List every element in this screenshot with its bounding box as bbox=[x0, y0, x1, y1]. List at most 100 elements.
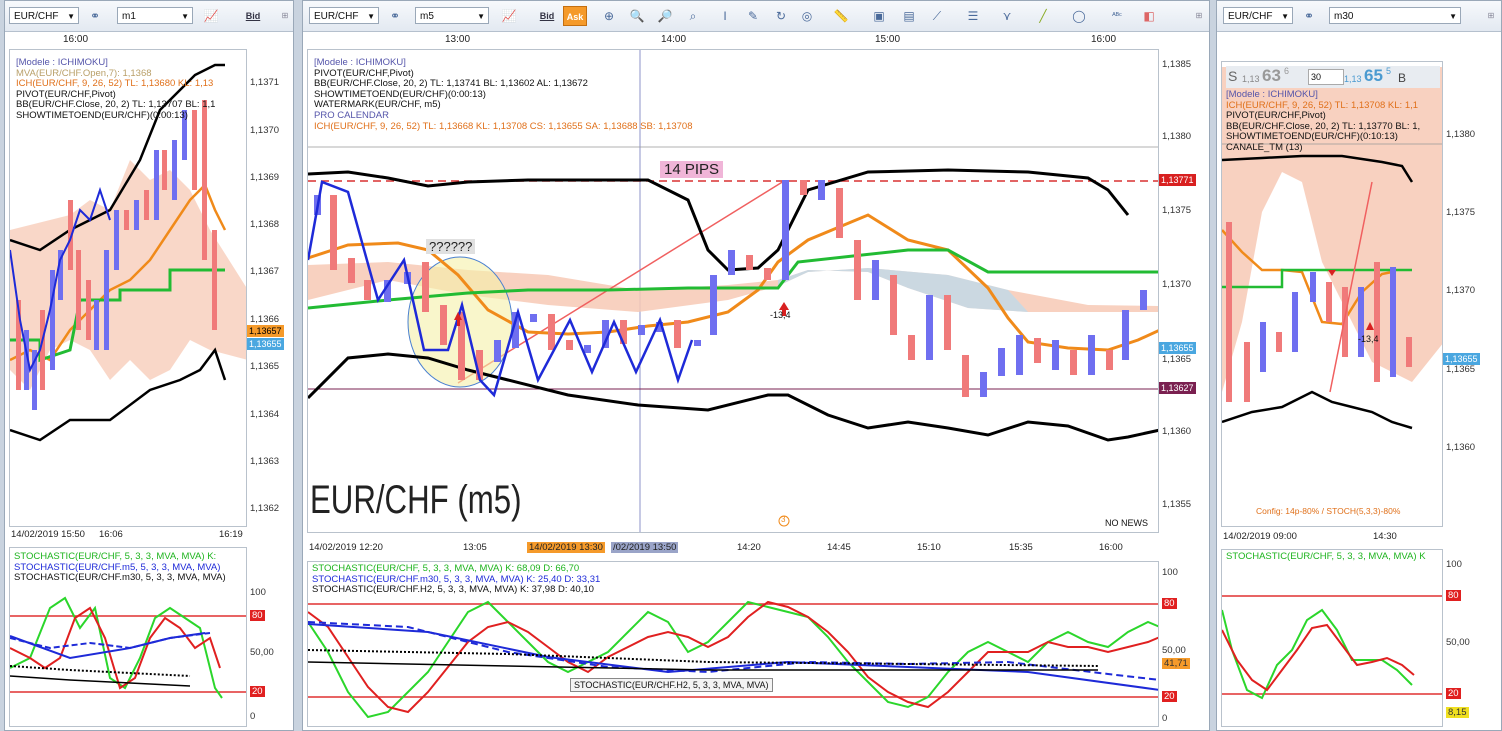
right-y-axis: 1,1380 1,1375 1,1370 1,13655 1,1365 1,13… bbox=[1443, 61, 1499, 527]
zoom-reset-icon[interactable]: ⌕ bbox=[683, 6, 703, 26]
bid-button[interactable]: Bid bbox=[537, 6, 557, 26]
panel-menu-icon[interactable]: ⊞ bbox=[275, 6, 293, 26]
buy-label[interactable]: B bbox=[1398, 71, 1406, 85]
y-tick: 1,1380 bbox=[1446, 129, 1476, 140]
right-toolbar: EUR/CHF ▼ ⚭ m30 ▼ ⊞ bbox=[1217, 1, 1501, 32]
x-tick: 15:35 bbox=[1009, 542, 1033, 553]
sell-label[interactable]: S bbox=[1228, 68, 1237, 84]
time-label: 15:00 bbox=[875, 34, 901, 45]
timeframe-value: m1 bbox=[122, 11, 136, 22]
x-tick: 14:20 bbox=[737, 542, 761, 553]
right-legend: [Modele : ICHIMOKU] ICH(EUR/CHF, 9, 26, … bbox=[1226, 89, 1420, 154]
panel-menu-icon[interactable]: ⊞ bbox=[1481, 6, 1501, 26]
list-icon[interactable]: ☰ bbox=[963, 6, 983, 26]
arrow-label: -13,4 bbox=[770, 310, 791, 320]
x-tick: 15:10 bbox=[917, 542, 941, 553]
y-tick: 20 bbox=[250, 686, 265, 697]
left-chart-window: EUR/CHF ▼ ⚭ m1 ▼ 📈 Bid ⊞ 16:00 [Modele:… bbox=[4, 0, 294, 731]
legend-line: ICH(EUR/CHF, 9, 26, 52) TL: 1,13668 KL: … bbox=[314, 120, 693, 132]
main-price-plot[interactable]: [Modele : ICHIMOKU] PIVOT(EUR/CHF,Pivot)… bbox=[307, 49, 1159, 533]
x-tick: 14/02/2019 09:00 bbox=[1223, 531, 1297, 542]
trendline-icon[interactable]: ╱ bbox=[1033, 6, 1053, 26]
lot-input[interactable]: 30 bbox=[1308, 69, 1344, 85]
x-tick: 14/02/2019 15:50 bbox=[11, 529, 85, 540]
zoom-in-icon[interactable]: 🔍 bbox=[627, 6, 647, 26]
chevron-down-icon: ▼ bbox=[477, 12, 485, 21]
symbol-select[interactable]: EUR/CHF ▼ bbox=[309, 7, 379, 24]
timeframe-value: m5 bbox=[420, 11, 434, 22]
link-icon[interactable]: ⚭ bbox=[1299, 6, 1319, 26]
eraser-icon[interactable]: ◧ bbox=[1139, 6, 1159, 26]
globe-icon[interactable]: ◎ bbox=[797, 6, 817, 26]
bid-button[interactable]: Bid bbox=[243, 6, 263, 26]
symbol-value: EUR/CHF bbox=[1228, 11, 1273, 22]
watermark: EUR/CHF (m5) bbox=[310, 478, 522, 522]
y-tick: 1,1362 bbox=[250, 503, 280, 514]
x-tick: 16:00 bbox=[1099, 542, 1123, 553]
price-tag: 1,13655 bbox=[1159, 342, 1196, 354]
link-icon[interactable]: ⚭ bbox=[385, 6, 405, 26]
timeframe-select[interactable]: m5 ▼ bbox=[415, 7, 489, 24]
y-tick: 1,1360 bbox=[1162, 426, 1192, 437]
note-icon[interactable]: ✎ bbox=[743, 6, 763, 26]
left-y-axis: 1,1371 1,1370 1,1369 1,1368 1,1367 1,136… bbox=[247, 49, 291, 527]
bollinger-upper bbox=[308, 168, 1130, 272]
crosshair-icon[interactable]: ⊕ bbox=[599, 6, 619, 26]
main-y-axis: 1,1385 1,1380 1,13771 1,1375 1,1370 1,13… bbox=[1159, 49, 1207, 533]
ellipse-icon[interactable]: ◯ bbox=[1069, 6, 1089, 26]
price-tag: 1,13657 bbox=[247, 325, 284, 337]
y-tick: 20 bbox=[1446, 688, 1461, 699]
stoch-value-tag: 41,71 bbox=[1162, 658, 1190, 669]
refresh-icon[interactable]: ↻ bbox=[771, 6, 791, 26]
legend-line: STOCHASTIC(EUR/CHF.m30, 5, 3, 3, MVA, MV… bbox=[14, 572, 226, 584]
legend-line: STOCHASTIC(EUR/CHF, 5, 3, 3, MVA, MVA) K bbox=[1226, 551, 1426, 562]
indicator-icon[interactable]: ⟋ bbox=[927, 6, 947, 26]
legend-line: CANALE_TM (13) bbox=[1226, 141, 1303, 153]
arrow-up-icon bbox=[779, 302, 789, 310]
quote-panel: S 1,13 63 6 30 1,13 65 5 B bbox=[1226, 66, 1440, 88]
y-tick: 50,00 bbox=[250, 647, 274, 658]
main-stoch-plot[interactable]: STOCHASTIC(EUR/CHF, 5, 3, 3, MVA, MVA) K… bbox=[307, 561, 1159, 727]
right-stoch-plot[interactable]: STOCHASTIC(EUR/CHF, 5, 3, 3, MVA, MVA) K bbox=[1221, 549, 1443, 727]
symbol-select[interactable]: EUR/CHF ▼ bbox=[9, 7, 79, 24]
link-icon[interactable]: ⚭ bbox=[85, 6, 105, 26]
fork-icon[interactable]: ⋎ bbox=[997, 6, 1017, 26]
price-tag: 1,13655 bbox=[247, 338, 284, 350]
left-stoch-y-axis: 100 80 50,00 20 0 bbox=[247, 547, 291, 727]
left-stoch-legend: STOCHASTIC(EUR/CHF, 5, 3, 3, MVA, MVA) K… bbox=[14, 551, 226, 584]
y-tick: 1,1370 bbox=[1162, 279, 1192, 290]
panel-menu-icon[interactable]: ⊞ bbox=[1189, 6, 1209, 26]
main-time-labels: 13:00 14:00 15:00 16:00 bbox=[303, 34, 1163, 48]
layout-icon[interactable]: ▤ bbox=[899, 6, 919, 26]
left-stoch-plot[interactable]: STOCHASTIC(EUR/CHF, 5, 3, 3, MVA, MVA) K… bbox=[9, 547, 247, 727]
timeframe-select[interactable]: m1 ▼ bbox=[117, 7, 193, 24]
ruler-icon[interactable]: 📏 bbox=[831, 6, 851, 26]
chevron-down-icon: ▼ bbox=[1281, 12, 1289, 21]
main-stoch-y-axis: 100 80 50,00 41,71 20 0 bbox=[1159, 561, 1207, 727]
y-tick: 1,1363 bbox=[250, 456, 280, 467]
abc-icon[interactable]: ᴬᴮᶜ bbox=[1107, 6, 1127, 26]
chart-type-icon[interactable]: 📈 bbox=[499, 6, 519, 26]
timeframe-select[interactable]: m30 ▼ bbox=[1329, 7, 1461, 24]
y-tick: 1,1355 bbox=[1162, 499, 1192, 510]
left-price-plot[interactable]: [Modele : ICHIMOKU] MVA(EUR/CHF.Open,7):… bbox=[9, 49, 247, 527]
image-icon[interactable]: ▣ bbox=[869, 6, 889, 26]
y-tick: 1,1365 bbox=[1446, 364, 1476, 375]
config-label: Config: 14p-80% / STOCH(5,3,3)-80% bbox=[1256, 506, 1401, 516]
buy-big: 65 bbox=[1364, 66, 1383, 85]
legend-line: STOCHASTIC(EUR/CHF.H2, 5, 3, 3, MVA, MVA… bbox=[312, 584, 594, 596]
y-tick: 1,1370 bbox=[250, 125, 280, 136]
zoom-out-icon[interactable]: 🔎 bbox=[655, 6, 675, 26]
legend-line: SHOWTIMETOEND(EUR/CHF)(0:00:13) bbox=[16, 109, 188, 121]
chart-type-icon[interactable]: 📈 bbox=[201, 6, 221, 26]
symbol-select[interactable]: EUR/CHF ▼ bbox=[1223, 7, 1293, 24]
text-tool-icon[interactable]: Ӏ bbox=[715, 6, 735, 26]
right-price-plot[interactable]: S 1,13 63 6 30 1,13 65 5 B [Modele : ICH… bbox=[1221, 61, 1443, 527]
ask-button[interactable]: Ask bbox=[563, 6, 587, 26]
sell-small: 1,13 bbox=[1242, 74, 1260, 84]
chevron-down-icon: ▼ bbox=[181, 12, 189, 21]
event-marker-label: 3 bbox=[781, 515, 786, 524]
time-label: 16:00 bbox=[63, 34, 89, 45]
symbol-value: EUR/CHF bbox=[314, 11, 359, 22]
time-label: 16:00 bbox=[1091, 34, 1117, 45]
